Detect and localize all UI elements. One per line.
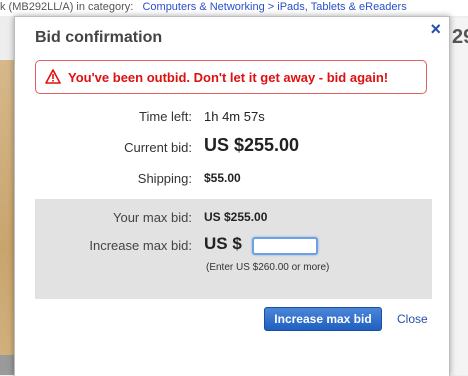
time-left-value: 1h 4m 57s (204, 109, 265, 124)
background-product-image (0, 60, 14, 375)
shipping-label: Shipping: (137, 171, 192, 186)
close-link[interactable]: Close (397, 312, 428, 326)
background-breadcrumb: k (MB292LL/A) in category: Computers & N… (0, 0, 468, 16)
currency-prefix: US $ (204, 234, 242, 253)
close-icon[interactable]: × (430, 19, 441, 40)
background-price-fragment: 29 (452, 26, 468, 48)
bid-confirmation-dialog: Bid confirmation × You've been outbid. D… (14, 16, 450, 376)
time-left-label: Time left: (139, 109, 192, 124)
increase-max-bid-label: Increase max bid: (89, 238, 192, 253)
bid-hint: (Enter US $260.00 or more) (206, 262, 330, 273)
increase-max-bid-button[interactable]: Increase max bid (264, 307, 382, 331)
outbid-alert: You've been outbid. Don't let it get awa… (35, 60, 427, 94)
current-bid-label: Current bid: (124, 140, 192, 155)
background-footer-strip (0, 355, 14, 375)
max-bid-label: Your max bid: (112, 210, 192, 225)
max-bid-value: US $255.00 (204, 210, 268, 224)
max-bid-input[interactable] (252, 237, 318, 255)
dialog-title: Bid confirmation (35, 29, 163, 46)
background-right-panel (448, 18, 468, 375)
shipping-value: $55.00 (204, 171, 241, 185)
current-bid-value: US $255.00 (204, 135, 300, 155)
breadcrumb-category-link[interactable]: Computers & Networking > iPads, Tablets … (142, 1, 406, 13)
alert-message: You've been outbid. Don't let it get awa… (68, 70, 389, 85)
breadcrumb-prefix: k (MB292LL/A) in category: (0, 1, 134, 13)
warning-icon (45, 69, 61, 89)
